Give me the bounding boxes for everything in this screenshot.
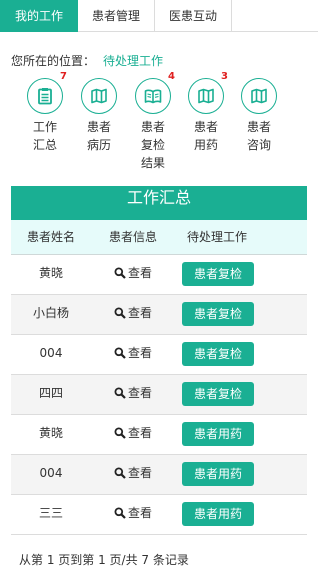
nav-work-summary[interactable]: 7 工作 汇总 (25, 71, 67, 154)
table-row: 黄晓 查看 患者用药 (11, 415, 307, 455)
table-row: 四四 查看 患者复检 (11, 375, 307, 415)
view-link[interactable]: 查看 (91, 295, 175, 333)
panel-title: 工作汇总 (126, 188, 191, 207)
view-label: 查看 (127, 266, 152, 280)
view-label: 查看 (127, 386, 152, 400)
pending-work-button[interactable]: 患者复检 (182, 262, 254, 286)
table-row: 小白杨 查看 患者复检 (11, 295, 307, 335)
patient-name: 三三 (38, 506, 63, 520)
view-label: 查看 (127, 346, 152, 360)
search-icon (114, 347, 126, 359)
view-link[interactable]: 查看 (91, 495, 175, 533)
view-link[interactable]: 查看 (91, 335, 175, 373)
map-icon (91, 88, 107, 104)
search-icon (114, 427, 126, 439)
column-header-patient-info: 患者信息 (108, 230, 157, 244)
map-icon (198, 88, 214, 104)
nav-badge: 7 (60, 71, 67, 82)
patient-name: 黄晓 (38, 266, 63, 280)
open-book-icon (144, 89, 162, 104)
patient-name: 004 (39, 466, 63, 480)
nav-patient-records[interactable]: 患者 病历 (79, 78, 119, 154)
view-label: 查看 (127, 426, 152, 440)
pagination-info: 从第 1 页到第 1 页/共 7 条记录 (19, 553, 189, 566)
nav-badge: 4 (168, 71, 175, 82)
nav-icon-circle: 3 (188, 71, 228, 114)
tab-my-work[interactable]: 我的工作 (0, 0, 78, 32)
column-header-pending-work: 待处理工作 (186, 230, 247, 244)
table-header: 患者姓名 患者信息 待处理工作 (11, 220, 307, 255)
top-tab-bar: 我的工作 患者管理 医患互动 (0, 0, 318, 32)
tab-doctor-patient-interaction[interactable]: 医患互动 (155, 0, 232, 32)
table-row: 004 查看 患者用药 (11, 455, 307, 495)
search-icon (114, 307, 126, 319)
table-row: 黄晓 查看 患者复检 (11, 255, 307, 295)
search-icon (114, 467, 126, 479)
view-label: 查看 (127, 466, 152, 480)
nav-badge: 3 (221, 71, 228, 82)
nav-label: 患者 复检 结果 (140, 120, 165, 170)
view-label: 查看 (127, 506, 152, 520)
pending-work-button[interactable]: 患者用药 (182, 502, 254, 526)
tab-patient-management[interactable]: 患者管理 (78, 0, 155, 32)
view-link[interactable]: 查看 (91, 455, 175, 493)
table-row: 004 查看 患者复检 (11, 335, 307, 375)
panel-header: 工作汇总 (11, 186, 307, 220)
map-icon (251, 88, 267, 104)
patient-name: 004 (39, 346, 63, 360)
nav-icon-circle: 4 (135, 71, 175, 114)
nav-label: 工作 汇总 (32, 120, 57, 152)
nav-label: 患者 用药 (193, 120, 218, 152)
nav-icon-circle (241, 78, 277, 114)
view-link[interactable]: 查看 (91, 415, 175, 453)
pending-work-button[interactable]: 患者复检 (182, 382, 254, 406)
pending-work-button[interactable]: 患者复检 (182, 342, 254, 366)
pending-work-button[interactable]: 患者用药 (182, 462, 254, 486)
column-header-patient-name: 患者姓名 (26, 230, 75, 244)
view-link[interactable]: 查看 (91, 255, 175, 293)
view-link[interactable]: 查看 (91, 375, 175, 413)
nav-recheck-results[interactable]: 4 患者 复检 结果 (133, 71, 175, 172)
breadcrumb: 您所在的位置： 待处理工作 (11, 52, 163, 69)
nav-icon-circle (81, 78, 117, 114)
nav-label: 患者 病历 (86, 120, 111, 152)
table-row: 三三 查看 患者用药 (11, 495, 307, 535)
nav-patient-consultation[interactable]: 患者 咨询 (239, 78, 279, 154)
breadcrumb-prefix: 您所在的位置： (11, 54, 96, 68)
pending-work-button[interactable]: 患者用药 (182, 422, 254, 446)
patient-name: 黄晓 (38, 426, 63, 440)
clipboard-list-icon (38, 88, 52, 105)
breadcrumb-current[interactable]: 待处理工作 (103, 54, 163, 68)
search-icon (114, 267, 126, 279)
nav-icon-circle: 7 (27, 71, 67, 114)
patient-name: 四四 (38, 386, 63, 400)
pending-work-button[interactable]: 患者复检 (182, 302, 254, 326)
view-label: 查看 (127, 306, 152, 320)
search-icon (114, 387, 126, 399)
patient-name: 小白杨 (32, 306, 69, 320)
nav-patient-medication[interactable]: 3 患者 用药 (186, 71, 228, 154)
search-icon (114, 507, 126, 519)
nav-label: 患者 咨询 (246, 120, 271, 152)
